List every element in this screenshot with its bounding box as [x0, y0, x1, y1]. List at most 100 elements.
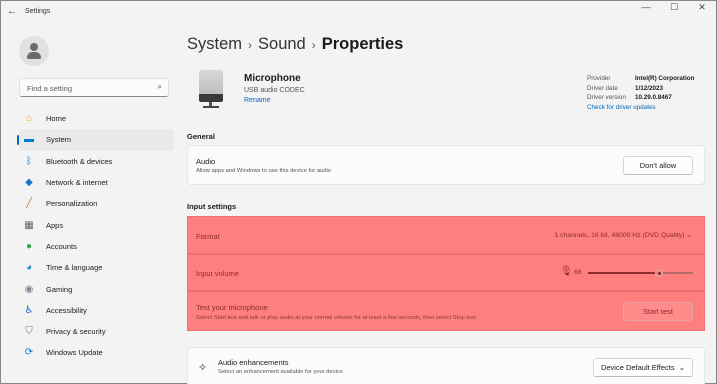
window-controls: — ☐ ✕ [632, 1, 716, 19]
device-name: Microphone [244, 73, 301, 84]
microphone-volume-icon[interactable]: 🎙 [560, 266, 573, 277]
sidebar-item-label: Bluetooth & devices [46, 156, 113, 166]
sidebar: Find a setting ⌕ ⌂ Home ▬ System ᛒ Bluetooth … [1, 25, 179, 384]
general-heading: General [187, 132, 215, 141]
input-volume-value: 68 [574, 269, 582, 276]
avatar-head-shape [30, 43, 38, 51]
sidebar-nav: ⌂ Home ▬ System ᛒ Bluetooth & devices ◆ Network… [17, 108, 174, 364]
rename-link[interactable]: Rename [244, 97, 270, 104]
driver-date-value: 1/12/2023 [635, 84, 664, 92]
dont-allow-button[interactable]: Don't allow [623, 156, 693, 175]
microphone-icon [199, 70, 223, 110]
avatar-body-shape [27, 52, 41, 59]
input-volume-row: Input volume 🎙 68 [187, 254, 705, 291]
minimize-icon[interactable]: — [632, 1, 660, 19]
audio-enhancements-title: Audio enhancements [218, 358, 289, 367]
maximize-icon[interactable]: ☐ [660, 1, 688, 19]
sidebar-item-label: Apps [46, 220, 64, 230]
start-test-button[interactable]: Start test [623, 302, 693, 321]
search-icon[interactable]: ⌕ [158, 82, 162, 92]
globe-clock-icon: ◕ [25, 262, 33, 274]
bluetooth-icon: ᛒ [26, 155, 32, 167]
slider-fill [588, 272, 660, 274]
audio-enhancements-card: ✧ Audio enhancements Select an enhanceme… [187, 347, 705, 384]
settings-window: ← Settings — ☐ ✕ Find a setting ⌕ ⌂ Home ▬… [0, 0, 717, 384]
sidebar-item-label: Home [46, 114, 67, 124]
mic-base-shape [203, 106, 219, 108]
sidebar-item-bluetooth-devices[interactable]: ᛒ Bluetooth & devices [19, 151, 174, 172]
slider-thumb[interactable] [655, 269, 664, 277]
apps-icon: ▦ [24, 219, 34, 231]
breadcrumb-chevron-icon: › [248, 38, 253, 52]
sidebar-item-label: Network & internet [46, 178, 108, 188]
sidebar-item-label: Time & language [46, 263, 103, 273]
close-icon[interactable]: ✕ [688, 1, 716, 19]
sidebar-item-accessibility[interactable]: ♿ Accessibility [19, 300, 174, 321]
breadcrumb-sound[interactable]: Sound [258, 35, 306, 53]
driver-info: Provider Intel(R) Corporation Driver date… [587, 74, 694, 112]
accessibility-icon: ♿ [24, 304, 34, 316]
network-icon: ◆ [25, 177, 33, 189]
driver-version-label: Driver version [587, 94, 626, 101]
provider-label: Provider [587, 75, 611, 82]
sidebar-item-label: Gaming [46, 284, 73, 294]
audio-desc: Allow apps and Windows to use this devic… [196, 168, 332, 174]
window-title: Settings [25, 8, 51, 15]
enhancements-value: Device Default Effects [600, 363, 675, 372]
mic-band-shape [199, 94, 223, 102]
format-value: 1 channels, 16 bit, 48000 Hz (DVD Qualit… [554, 232, 685, 239]
brush-icon: ╱ [25, 198, 33, 210]
format-dropdown[interactable]: 1 channels, 16 bit, 48000 Hz (DVD Qualit… [554, 231, 692, 239]
input-volume-slider[interactable] [588, 269, 693, 277]
sidebar-item-privacy-security[interactable]: ⛉ Privacy & security [19, 321, 174, 342]
input-volume-label: Input volume [196, 269, 239, 278]
device-subtitle: USB audio CODEC [244, 87, 305, 94]
sidebar-item-system[interactable]: ▬ System [17, 129, 174, 151]
mic-head-shape [199, 70, 223, 94]
sidebar-item-windows-update[interactable]: ⟳ Windows Update [19, 342, 174, 363]
chevron-down-icon: ⌄ [686, 232, 692, 239]
driver-version-value: 10.29.0.8467 [635, 94, 672, 101]
input-settings-heading: Input settings [187, 202, 237, 211]
shield-icon: ⛉ [25, 326, 33, 338]
audio-title: Audio [196, 157, 216, 166]
sidebar-item-label: Windows Update [46, 348, 103, 358]
test-microphone-title: Test your microphone [196, 303, 268, 312]
page-title: Properties [321, 35, 404, 53]
sidebar-item-label: Accounts [46, 241, 77, 251]
avatar[interactable] [19, 36, 49, 66]
sidebar-item-label: Personalization [46, 199, 98, 209]
back-arrow-icon[interactable]: ← [7, 6, 17, 17]
provider-value: Intel(R) Corporation [635, 75, 695, 82]
sidebar-item-label: Accessibility [46, 305, 87, 315]
driver-date-label: Driver date [587, 84, 618, 92]
check-driver-updates-link[interactable]: Check for driver updates [587, 103, 656, 113]
breadcrumb: System › Sound › Properties [187, 35, 403, 54]
sidebar-item-label: System [46, 135, 72, 145]
sidebar-item-apps[interactable]: ▦ Apps [19, 214, 174, 235]
sidebar-item-label: Privacy & security [46, 327, 106, 337]
sidebar-item-accounts[interactable]: ● Accounts [19, 236, 174, 257]
title-bar: ← Settings — ☐ ✕ [1, 1, 716, 25]
sidebar-item-gaming[interactable]: ◉ Gaming [19, 278, 174, 299]
chevron-down-icon: ⌄ [678, 363, 686, 372]
accounts-icon: ● [25, 240, 33, 252]
sparkle-icon: ✧ [198, 362, 208, 374]
format-label: Format [196, 232, 220, 241]
breadcrumb-chevron-icon: › [311, 38, 316, 52]
search-input[interactable]: Find a setting ⌕ [19, 78, 169, 97]
breadcrumb-system[interactable]: System [187, 35, 242, 53]
audio-enhancements-desc: Select an enhancement available for your… [218, 369, 344, 375]
test-microphone-row: Test your microphone Select Start test a… [187, 291, 705, 331]
audio-card: Audio Allow apps and Windows to use this… [187, 145, 705, 185]
search-placeholder: Find a setting [27, 84, 73, 93]
enhancements-dropdown[interactable]: Device Default Effects ⌄ [593, 358, 693, 377]
sidebar-item-network-internet[interactable]: ◆ Network & internet [19, 172, 174, 193]
system-icon: ▬ [24, 134, 34, 146]
update-icon: ⟳ [24, 347, 34, 359]
sidebar-item-personalization[interactable]: ╱ Personalization [19, 193, 174, 214]
sidebar-item-time-language[interactable]: ◕ Time & language [19, 257, 174, 278]
format-row[interactable]: Format 1 channels, 16 bit, 48000 Hz (DVD… [187, 216, 705, 254]
home-icon: ⌂ [25, 113, 33, 125]
sidebar-item-home[interactable]: ⌂ Home [19, 108, 174, 129]
